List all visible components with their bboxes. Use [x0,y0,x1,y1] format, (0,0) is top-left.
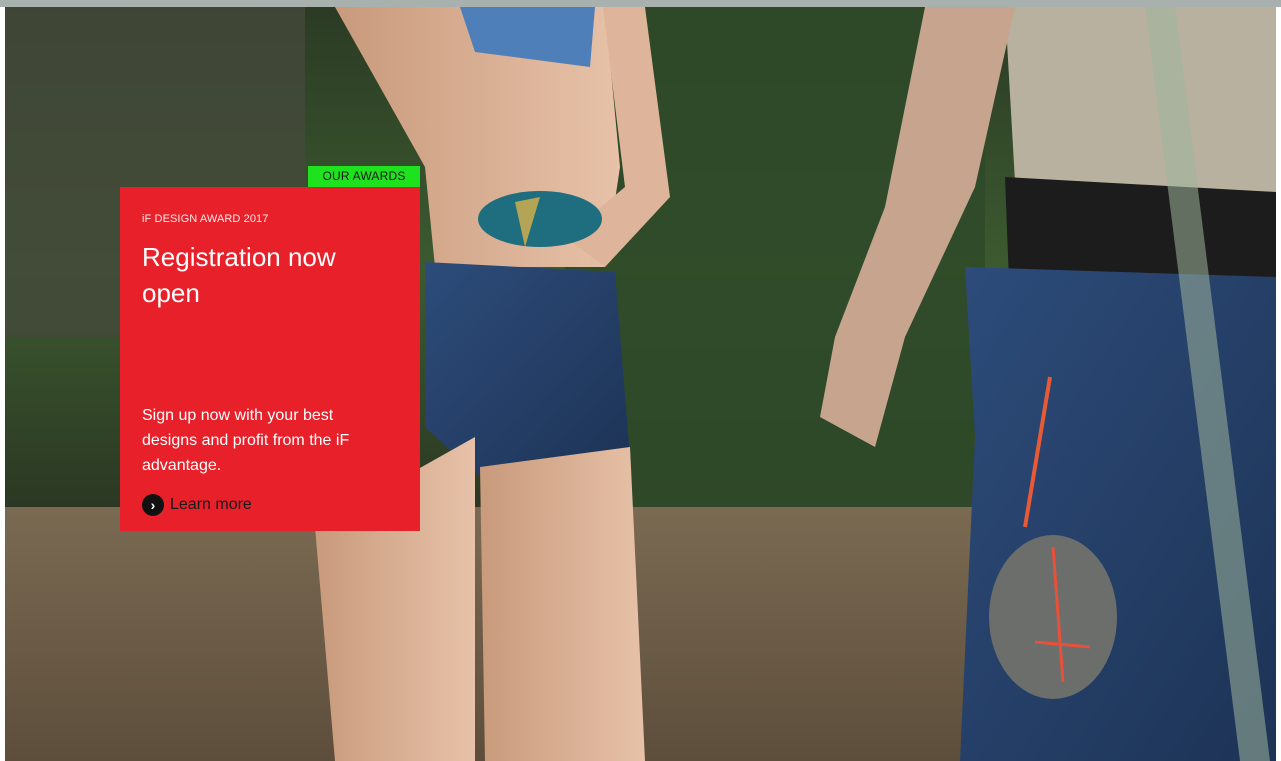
right-edge [1276,7,1281,761]
top-bar [0,0,1281,7]
promo-body-text: Sign up now with your best designs and p… [142,407,350,474]
learn-more-label[interactable]: Learn more [170,496,252,514]
promo-headline[interactable]: Registration now open [142,239,392,311]
award-eyebrow: iF DESIGN AWARD 2017 [142,213,269,225]
chevron-right-icon[interactable]: › [142,494,164,516]
learn-more-link[interactable]: › Learn more [142,494,252,516]
award-promo-card: iF DESIGN AWARD 2017 Registration now op… [120,187,420,531]
our-awards-tag[interactable]: OUR AWARDS [308,166,420,187]
